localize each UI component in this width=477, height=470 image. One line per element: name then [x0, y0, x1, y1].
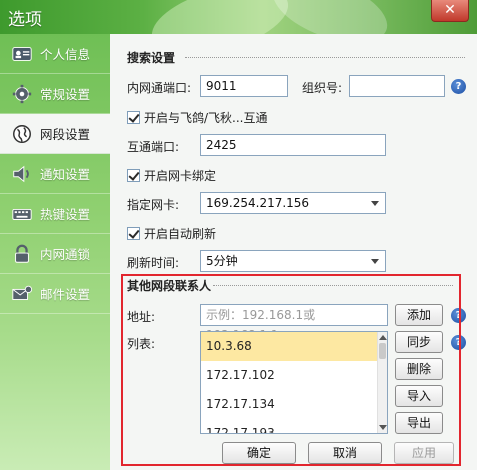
- auto-refresh-checkbox[interactable]: [127, 227, 140, 240]
- sidebar-item-hotkeys[interactable]: 热键设置: [0, 194, 110, 234]
- bind-nic-checkbox-row[interactable]: 开启网卡绑定: [127, 167, 216, 184]
- scroll-down-icon[interactable]: [379, 425, 387, 430]
- sidebar-item-network-segment[interactable]: 网段设置: [0, 114, 110, 154]
- lock-icon: [10, 242, 34, 266]
- add-button[interactable]: 添加: [395, 304, 443, 326]
- nic-select-value: 169.254.217.156: [206, 196, 310, 210]
- sidebar-item-notifications[interactable]: 通知设置: [0, 154, 110, 194]
- sidebar-item-mail[interactable]: 邮件设置: [0, 274, 110, 314]
- contacts-listbox[interactable]: 10.3.68 172.17.102 172.17.134 172.17.193: [200, 331, 388, 434]
- address-input[interactable]: 示例：192.168.1或192.168.1.1: [200, 304, 388, 342]
- sidebar-item-label: 邮件设置: [40, 287, 91, 302]
- nic-select[interactable]: 169.254.217.156: [200, 192, 386, 214]
- scroll-thumb[interactable]: [379, 343, 386, 359]
- section-title-search: 搜索设置: [127, 51, 176, 65]
- section-divider: [185, 57, 465, 58]
- sidebar-item-profile[interactable]: 个人信息: [0, 34, 110, 74]
- export-button[interactable]: 导出: [395, 412, 443, 434]
- group-label: 组织号:: [302, 81, 343, 95]
- list-item[interactable]: 172.17.134: [201, 390, 387, 419]
- refresh-time-select-value: 5分钟: [206, 254, 238, 268]
- bind-nic-checkbox[interactable]: [127, 169, 140, 182]
- close-button[interactable]: ✕: [431, 0, 469, 22]
- auto-refresh-checkbox-label: 开启自动刷新: [144, 227, 217, 241]
- nic-label: 指定网卡:: [127, 198, 180, 212]
- section-title-contacts: 其他网段联系人: [127, 279, 212, 293]
- sidebar-item-label: 内网通锁: [40, 247, 91, 262]
- chevron-down-icon: [371, 201, 379, 206]
- lan-port-label: 内网通端口:: [127, 81, 192, 95]
- refresh-time-label: 刷新时间:: [127, 256, 180, 270]
- chevron-down-icon: [371, 259, 379, 264]
- sidebar-item-label: 个人信息: [40, 47, 91, 62]
- list-scrollbar[interactable]: [377, 332, 387, 433]
- help-icon[interactable]: ?: [451, 79, 466, 94]
- delete-button[interactable]: 删除: [395, 358, 443, 380]
- interop-port-input[interactable]: 2425: [200, 134, 386, 156]
- list-label: 列表:: [127, 337, 156, 351]
- apply-button[interactable]: 应用: [394, 442, 454, 464]
- address-label: 地址:: [127, 310, 156, 324]
- interop-checkbox-label: 开启与飞鸽/飞秋...互通: [144, 111, 268, 125]
- settings-panel: 搜索设置 内网通端口: 9011 组织号: ? 开启与飞鸽/飞秋...互通 互通…: [110, 34, 477, 470]
- cancel-button[interactable]: 取消: [308, 442, 382, 464]
- auto-refresh-checkbox-row[interactable]: 开启自动刷新: [127, 225, 216, 242]
- list-item[interactable]: 172.17.102: [201, 361, 387, 390]
- interop-port-label: 互通端口:: [127, 140, 180, 154]
- help-icon[interactable]: ?: [451, 335, 466, 350]
- sidebar-item-label: 网段设置: [40, 127, 91, 142]
- sidebar: 个人信息 常规设置 网段设置 通知设置 热键设置 内网通锁 邮件设置: [0, 34, 110, 470]
- sync-button[interactable]: 同步: [395, 331, 443, 353]
- id-card-icon: [10, 42, 34, 66]
- list-item[interactable]: 10.3.68: [201, 332, 387, 361]
- list-item[interactable]: 172.17.193: [201, 419, 387, 433]
- speaker-icon: [10, 162, 34, 186]
- sidebar-item-label: 热键设置: [40, 207, 91, 222]
- title-bar: 选项 ✕: [0, 0, 477, 68]
- bind-nic-checkbox-label: 开启网卡绑定: [144, 169, 217, 183]
- interop-checkbox[interactable]: [127, 111, 140, 124]
- lan-port-input[interactable]: 9011: [200, 75, 288, 97]
- help-icon[interactable]: ?: [451, 308, 466, 323]
- close-icon: ✕: [444, 2, 456, 18]
- window-title: 选项: [8, 10, 42, 30]
- section-divider: [213, 285, 453, 286]
- group-input[interactable]: [349, 75, 445, 97]
- sidebar-item-label: 通知设置: [40, 167, 91, 182]
- interop-checkbox-row[interactable]: 开启与飞鸽/飞秋...互通: [127, 109, 268, 126]
- import-button[interactable]: 导入: [395, 385, 443, 407]
- ok-button[interactable]: 确定: [222, 442, 296, 464]
- sidebar-item-general[interactable]: 常规设置: [0, 74, 110, 114]
- refresh-time-select[interactable]: 5分钟: [200, 250, 386, 272]
- scroll-up-icon[interactable]: [379, 335, 387, 340]
- sidebar-item-lock[interactable]: 内网通锁: [0, 234, 110, 274]
- globe-icon: [10, 122, 34, 146]
- keyboard-icon: [10, 202, 34, 226]
- gear-icon: [10, 82, 34, 106]
- mail-gear-icon: [10, 282, 34, 306]
- sidebar-item-label: 常规设置: [40, 87, 91, 102]
